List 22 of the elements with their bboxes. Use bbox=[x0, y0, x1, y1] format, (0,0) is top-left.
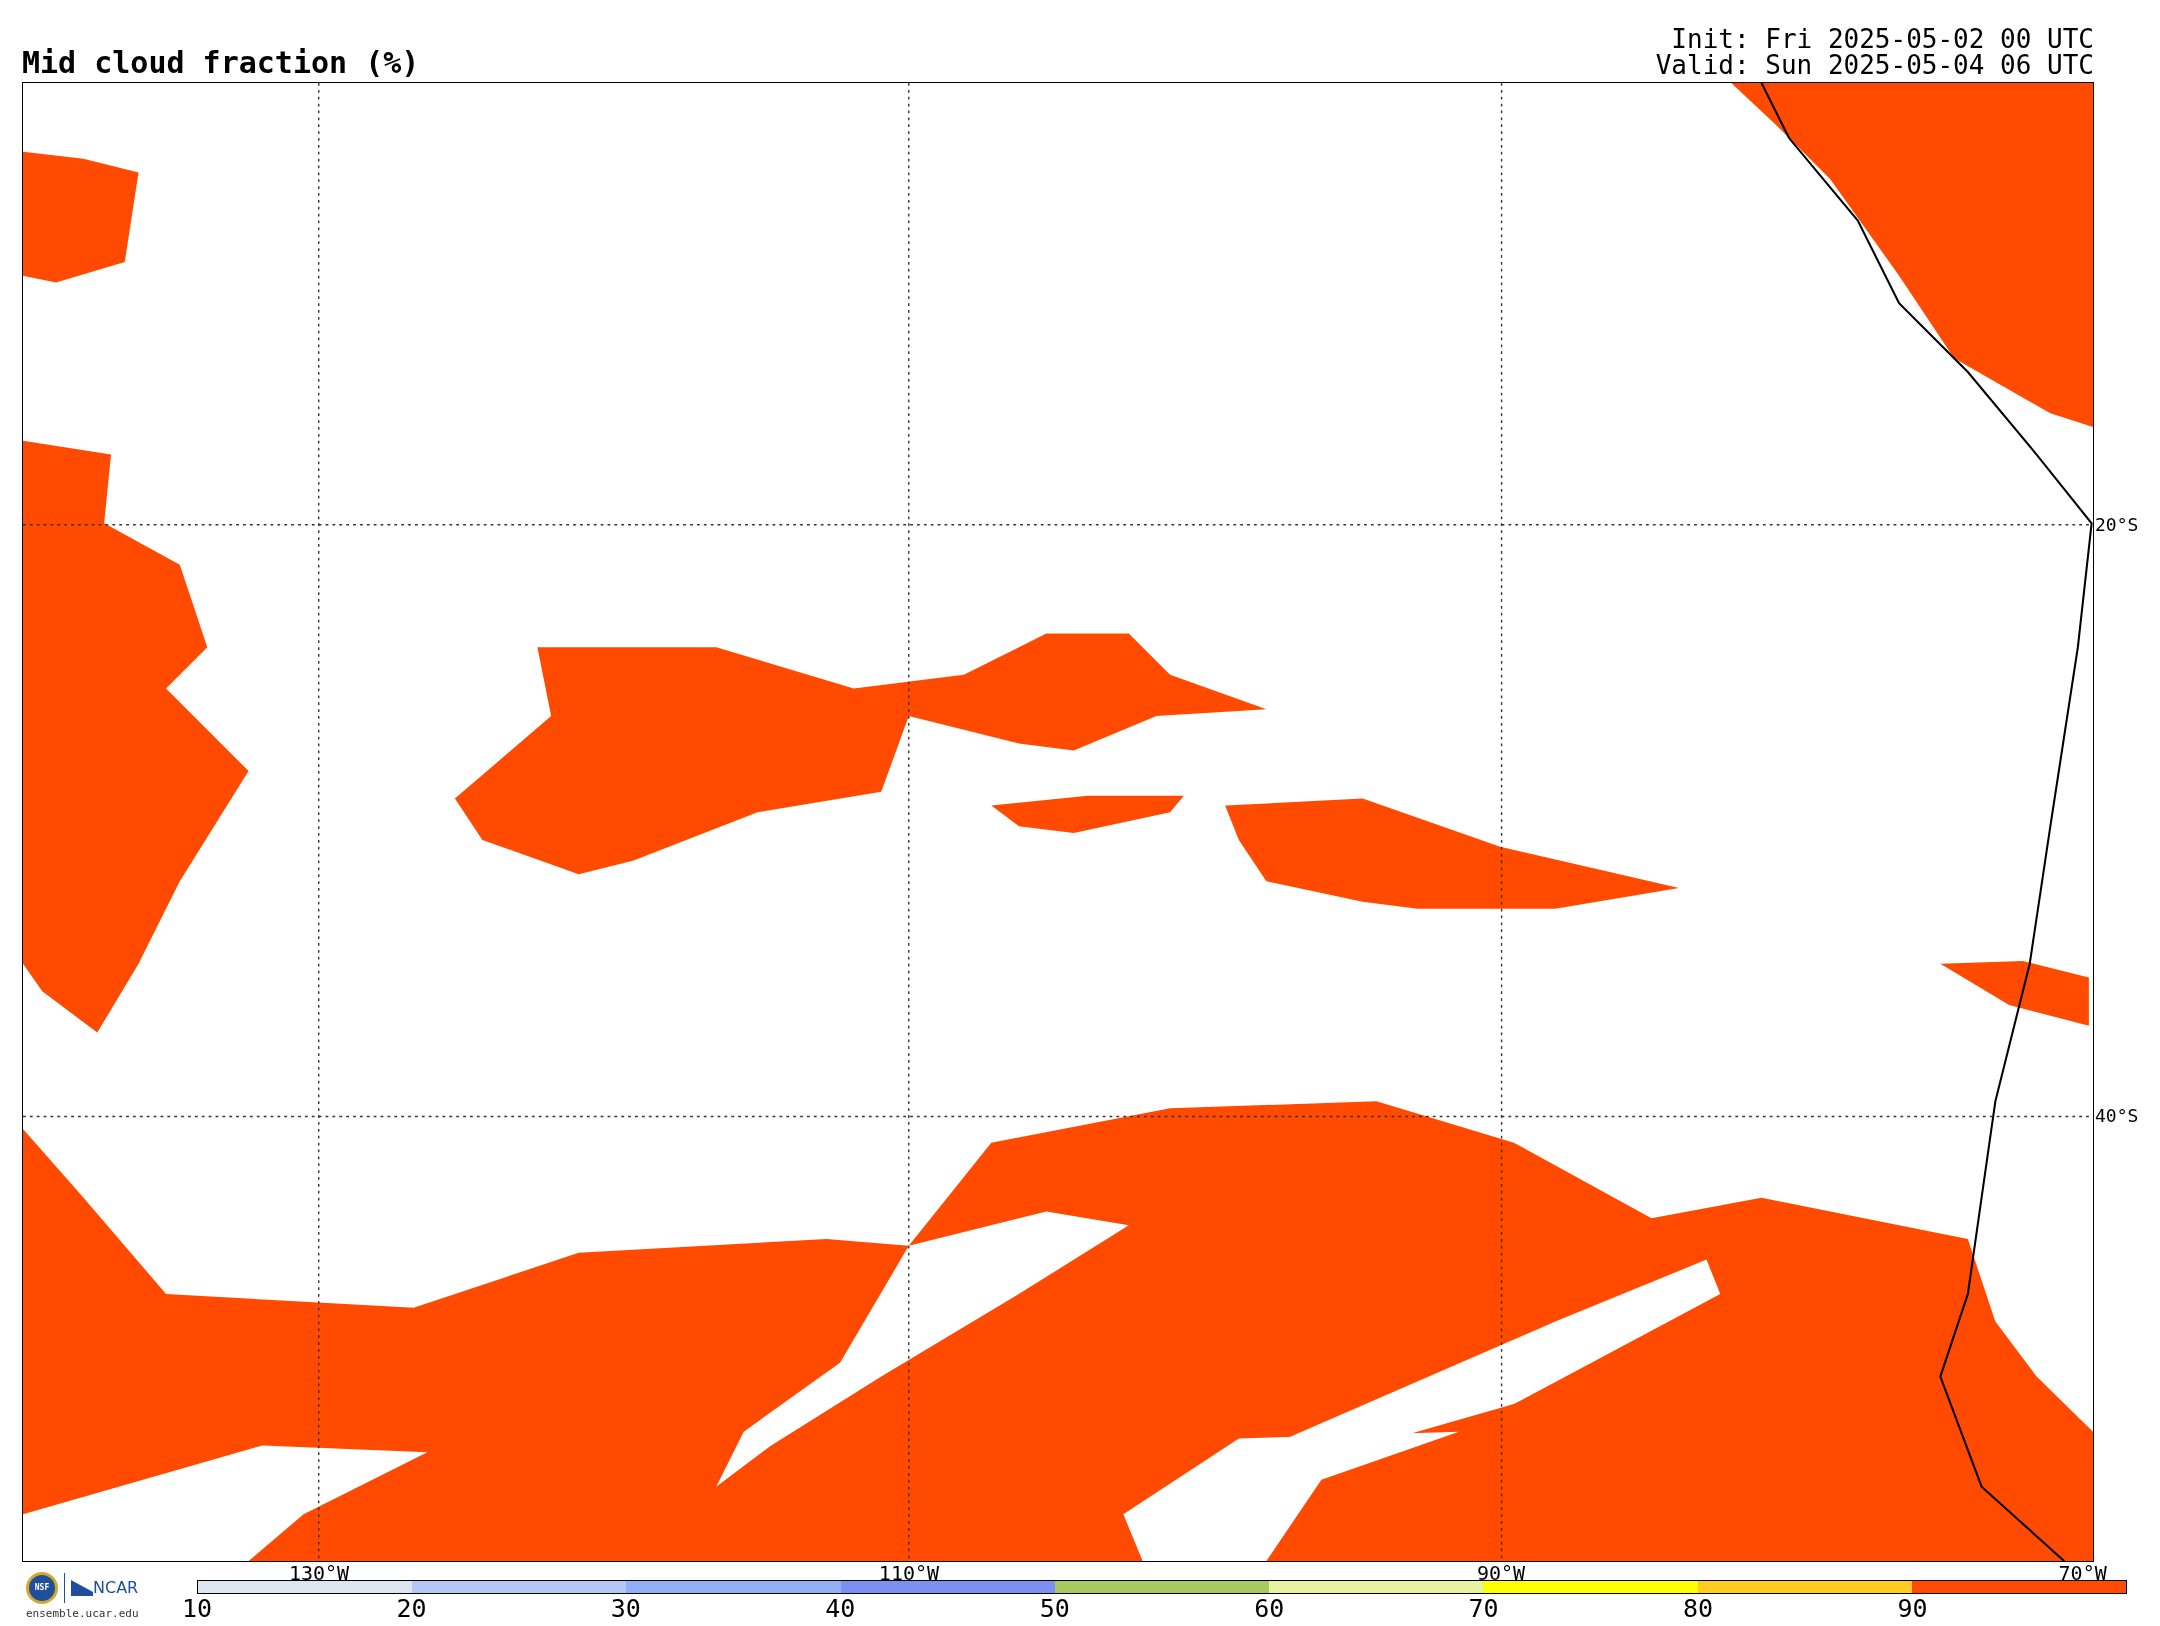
valid-time: Valid: Sun 2025-05-04 06 UTC bbox=[1655, 52, 2094, 78]
colorbar-tick-label: 30 bbox=[610, 1594, 641, 1624]
chart-title: Mid cloud fraction (%) bbox=[22, 48, 420, 78]
colorbar-tick-label: 40 bbox=[825, 1594, 856, 1624]
latitude-label: 20°S bbox=[2095, 515, 2139, 534]
init-time: Init: Fri 2025-05-02 00 UTC bbox=[1671, 26, 2094, 52]
colorbar-tick-label: 90 bbox=[1897, 1594, 1928, 1624]
colorbar-tick-label: 80 bbox=[1683, 1594, 1714, 1624]
longitude-label: 130°W bbox=[288, 1563, 350, 1583]
swoosh-icon bbox=[71, 1580, 93, 1596]
nsf-logo: NSF bbox=[26, 1572, 58, 1604]
colorbar-tick-label: 60 bbox=[1254, 1594, 1285, 1624]
colorbar-tick-label: 70 bbox=[1468, 1594, 1499, 1624]
colorbar-tick-label: 20 bbox=[396, 1594, 427, 1624]
longitude-label: 70°W bbox=[2058, 1563, 2107, 1583]
site-url: ensemble.ucar.edu bbox=[26, 1606, 140, 1622]
latitude-label: 40°S bbox=[2095, 1107, 2139, 1126]
colorbar-tick-label: 10 bbox=[181, 1594, 213, 1624]
longitude-label: 110°W bbox=[878, 1563, 940, 1583]
longitude-label: 90°W bbox=[1476, 1563, 1526, 1583]
ncar-logo-text: NCAR bbox=[93, 1577, 139, 1599]
colorbar-tick-label: 50 bbox=[1039, 1594, 1070, 1624]
